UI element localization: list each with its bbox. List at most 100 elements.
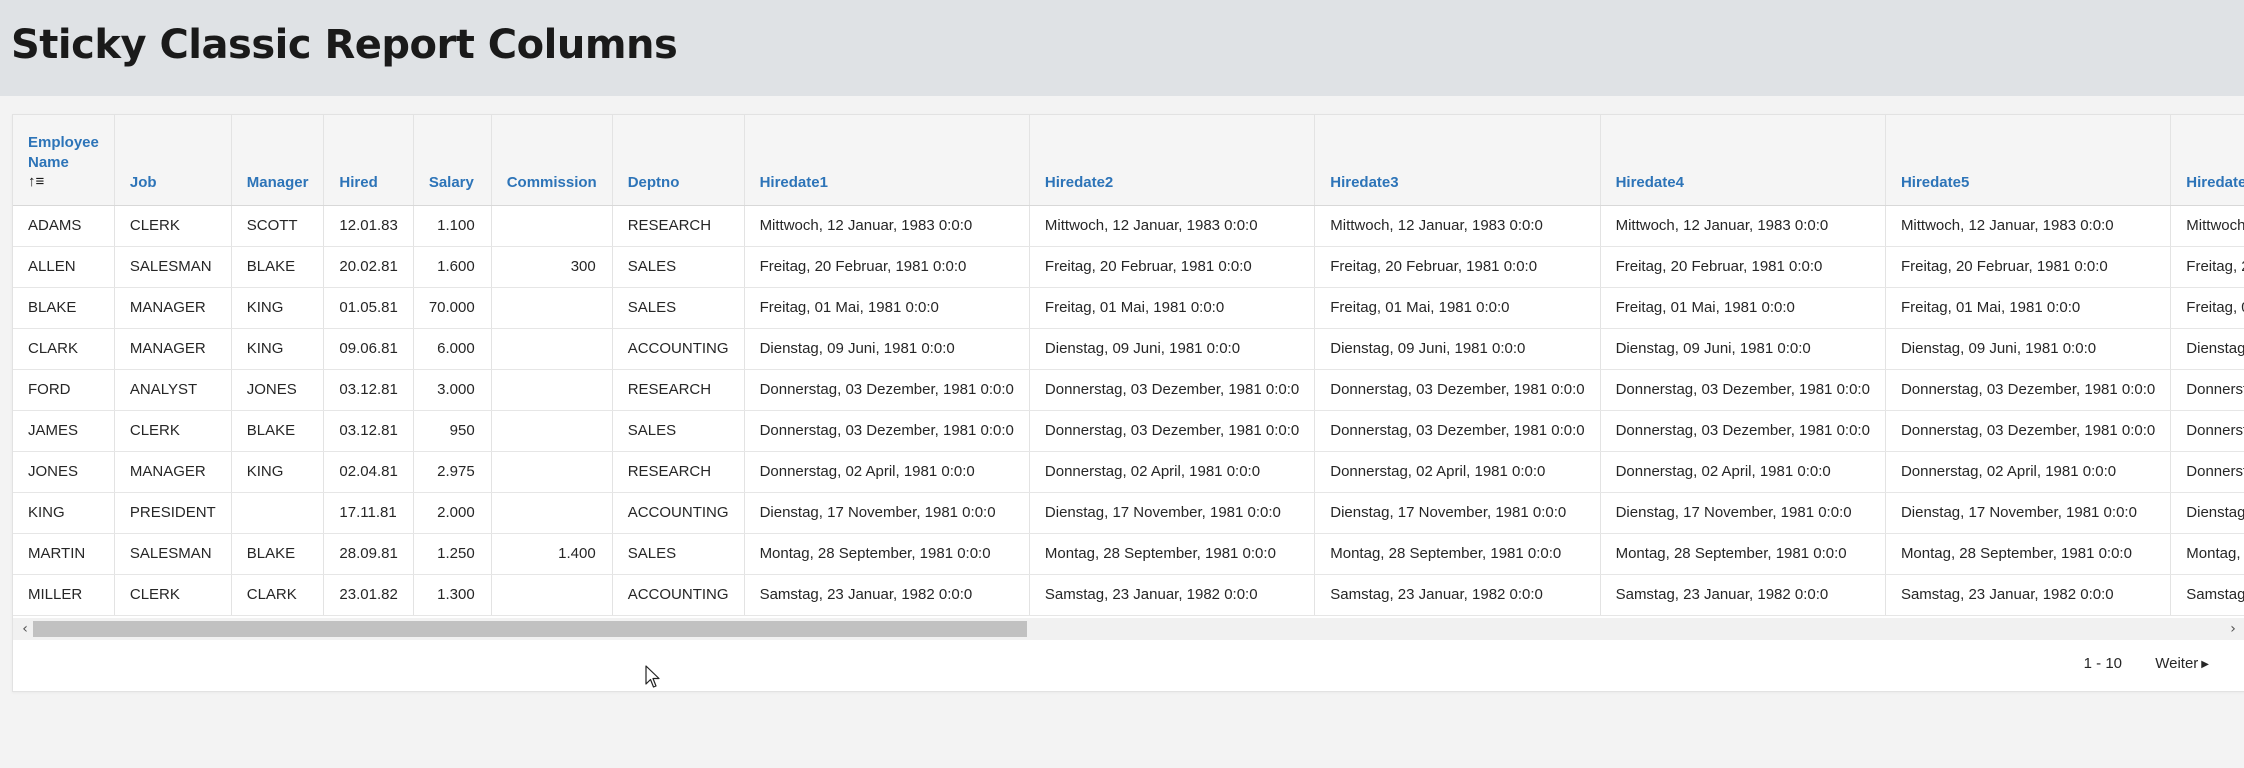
header-row: Employee Name ↑≡ Job Manager Hired Salar… [13,115,2244,206]
cell-hiredate3: Dienstag, 09 Juni, 1981 0:0:0 [1314,328,1601,370]
cell-hiredate1: Samstag, 23 Januar, 1982 0:0:0 [744,574,1030,616]
column-header-hiredate2[interactable]: Hiredate2 [1029,115,1316,206]
cell-job: MANAGER [114,451,232,493]
column-header-hiredate3[interactable]: Hiredate3 [1314,115,1601,206]
cell-hiredate4: Freitag, 20 Februar, 1981 0:0:0 [1600,246,1886,288]
cell-commission [491,205,613,247]
column-header-commission[interactable]: Commission [491,115,613,206]
table-row: JONES MANAGER KING 02.04.81 2.975 RESEARCH Don… [13,451,2244,493]
cell-hired: 09.06.81 [323,328,414,370]
cell-hiredate3: Freitag, 01 Mai, 1981 0:0:0 [1314,287,1601,329]
cell-salary: 6.000 [413,328,492,370]
cell-job: MANAGER [114,287,232,329]
cell-employee-name: CLARK [13,328,115,370]
report-table-scroll[interactable]: Employee Name ↑≡ Job Manager Hired Salar… [13,115,2244,618]
cell-employee-name: KING [13,492,115,534]
scrollbar-thumb[interactable] [33,621,1027,637]
cell-hiredate3: Montag, 28 September, 1981 0:0:0 [1314,533,1601,575]
cell-manager: BLAKE [231,410,325,452]
next-page-label: Weiter [2155,655,2199,672]
column-header-hiredate5[interactable]: Hiredate5 [1885,115,2172,206]
table-row: CLARK MANAGER KING 09.06.81 6.000 ACCOUNTING D… [13,328,2244,370]
column-header-hired[interactable]: Hired [323,115,414,206]
cell-hiredate6: Donnerstag, 02 April, 1981 0:0:0 [2170,451,2244,493]
report-region: Employee Name ↑≡ Job Manager Hired Salar… [12,114,2244,692]
cell-hiredate2: Freitag, 01 Mai, 1981 0:0:0 [1029,287,1316,329]
cell-job: SALESMAN [114,246,232,288]
column-header-manager[interactable]: Manager [231,115,325,206]
table-row: BLAKE MANAGER KING 01.05.81 70.000 SALES Freit… [13,287,2244,329]
cell-hiredate1: Freitag, 01 Mai, 1981 0:0:0 [744,287,1030,329]
cell-hiredate1: Donnerstag, 03 Dezember, 1981 0:0:0 [744,369,1030,411]
cell-hiredate2: Mittwoch, 12 Januar, 1983 0:0:0 [1029,205,1316,247]
cell-job: ANALYST [114,369,232,411]
cell-hiredate4: Donnerstag, 03 Dezember, 1981 0:0:0 [1600,410,1886,452]
scroll-right-arrow-icon[interactable]: › [2225,620,2241,638]
cell-hiredate5: Freitag, 01 Mai, 1981 0:0:0 [1885,287,2172,329]
column-header-job[interactable]: Job [114,115,232,206]
cell-hiredate3: Donnerstag, 03 Dezember, 1981 0:0:0 [1314,369,1601,411]
cell-hiredate4: Montag, 28 September, 1981 0:0:0 [1600,533,1886,575]
horizontal-scrollbar[interactable]: ‹ › [13,618,2244,640]
cell-salary: 1.100 [413,205,492,247]
cell-hired: 23.01.82 [323,574,414,616]
column-header-deptno[interactable]: Deptno [612,115,745,206]
cell-commission [491,369,613,411]
table-row: ALLEN SALESMAN BLAKE 20.02.81 1.600 300 SALES F… [13,246,2244,288]
cell-hiredate6: Dienstag, 17 November, 1981 0:0:0 [2170,492,2244,534]
cell-commission: 1.400 [491,533,613,575]
cell-deptno: SALES [612,533,745,575]
cell-employee-name: ADAMS [13,205,115,247]
cell-manager: KING [231,451,325,493]
cell-hiredate6: Montag, 28 September, 1981 0:0:0 [2170,533,2244,575]
table-row: JAMES CLERK BLAKE 03.12.81 950 SALES Donnersta… [13,410,2244,452]
cell-hiredate1: Freitag, 20 Februar, 1981 0:0:0 [744,246,1030,288]
cell-employee-name: JONES [13,451,115,493]
cell-hiredate2: Freitag, 20 Februar, 1981 0:0:0 [1029,246,1316,288]
cell-hiredate2: Donnerstag, 02 April, 1981 0:0:0 [1029,451,1316,493]
cell-salary: 1.300 [413,574,492,616]
cell-deptno: RESEARCH [612,369,745,411]
cell-hiredate4: Dienstag, 17 November, 1981 0:0:0 [1600,492,1886,534]
next-page-link[interactable]: Weiter ▶ [2155,655,2209,672]
cell-deptno: ACCOUNTING [612,492,745,534]
cell-hiredate6: Dienstag, 09 Juni, 1981 0:0:0 [2170,328,2244,370]
column-header-employee-name[interactable]: Employee Name ↑≡ [13,115,115,206]
column-header-hiredate1[interactable]: Hiredate1 [744,115,1030,206]
cell-employee-name: ALLEN [13,246,115,288]
page-header: Sticky Classic Report Columns [0,0,2244,96]
cell-hired: 03.12.81 [323,369,414,411]
page-title: Sticky Classic Report Columns [11,22,678,68]
cell-hired: 01.05.81 [323,287,414,329]
table-row: MILLER CLERK CLARK 23.01.82 1.300 ACCOUNTING S… [13,574,2244,616]
cell-hiredate3: Donnerstag, 02 April, 1981 0:0:0 [1314,451,1601,493]
cell-salary: 70.000 [413,287,492,329]
cell-manager: BLAKE [231,533,325,575]
cell-hiredate4: Mittwoch, 12 Januar, 1983 0:0:0 [1600,205,1886,247]
cell-job: CLERK [114,410,232,452]
cell-commission [491,451,613,493]
pagination-range: 1 - 10 [2083,655,2122,672]
cell-hiredate1: Montag, 28 September, 1981 0:0:0 [744,533,1030,575]
cell-job: CLERK [114,574,232,616]
cell-employee-name: BLAKE [13,287,115,329]
cell-salary: 1.250 [413,533,492,575]
cell-hiredate3: Dienstag, 17 November, 1981 0:0:0 [1314,492,1601,534]
column-header-hiredate4[interactable]: Hiredate4 [1600,115,1886,206]
cell-hired: 03.12.81 [323,410,414,452]
cell-hired: 20.02.81 [323,246,414,288]
cell-hiredate5: Samstag, 23 Januar, 1982 0:0:0 [1885,574,2172,616]
column-header-hiredate6[interactable]: Hiredate6 [2170,115,2244,206]
cell-hiredate4: Donnerstag, 02 April, 1981 0:0:0 [1600,451,1886,493]
scroll-left-arrow-icon[interactable]: ‹ [17,620,33,638]
cell-job: PRESIDENT [114,492,232,534]
cell-hiredate6: Mittwoch, 12 Januar, 1983 0:0:0 [2170,205,2244,247]
cell-hiredate5: Dienstag, 17 November, 1981 0:0:0 [1885,492,2172,534]
cell-hiredate6: Samstag, 23 Januar, 1982 0:0:0 [2170,574,2244,616]
cell-hiredate2: Dienstag, 09 Juni, 1981 0:0:0 [1029,328,1316,370]
column-header-salary[interactable]: Salary [413,115,492,206]
cell-employee-name: JAMES [13,410,115,452]
cell-hiredate4: Freitag, 01 Mai, 1981 0:0:0 [1600,287,1886,329]
cell-hiredate4: Dienstag, 09 Juni, 1981 0:0:0 [1600,328,1886,370]
cell-hiredate5: Montag, 28 September, 1981 0:0:0 [1885,533,2172,575]
